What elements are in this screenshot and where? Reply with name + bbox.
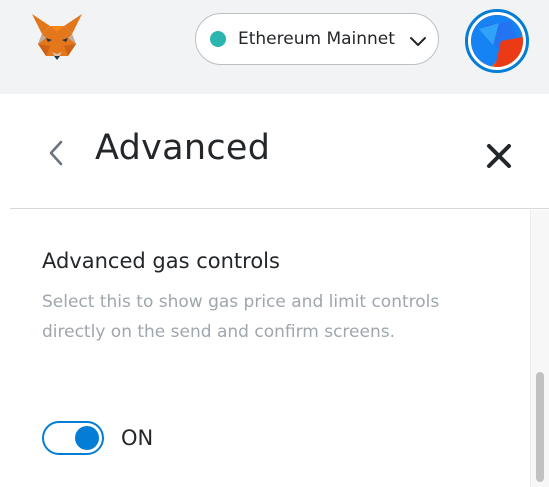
advanced-gas-setting: Advanced gas controls Select this to sho… — [42, 249, 492, 347]
toggle-row: ON — [42, 421, 153, 455]
chevron-down-icon — [409, 33, 427, 46]
account-avatar[interactable] — [465, 9, 529, 73]
toggle-knob — [75, 426, 99, 450]
page-title: Advanced — [95, 128, 271, 168]
setting-title: Advanced gas controls — [42, 249, 280, 273]
scrollbar[interactable] — [530, 210, 549, 487]
page-header: Advanced — [10, 94, 549, 209]
app-header: Ethereum Mainnet — [0, 0, 549, 94]
chevron-left-icon[interactable] — [46, 139, 66, 167]
setting-description: Select this to show gas price and limit … — [42, 292, 440, 342]
toggle-state-label: ON — [121, 426, 154, 450]
network-status-dot — [210, 31, 226, 47]
metamask-fox-icon[interactable] — [30, 12, 84, 62]
scrollbar-thumb[interactable] — [536, 372, 544, 482]
advanced-gas-toggle[interactable] — [42, 421, 104, 455]
network-name: Ethereum Mainnet — [238, 29, 395, 49]
identicon-avatar — [471, 15, 523, 67]
settings-panel: Advanced Advanced gas controls Select th… — [10, 94, 549, 487]
network-selector[interactable]: Ethereum Mainnet — [195, 13, 439, 65]
close-icon[interactable] — [485, 142, 513, 170]
